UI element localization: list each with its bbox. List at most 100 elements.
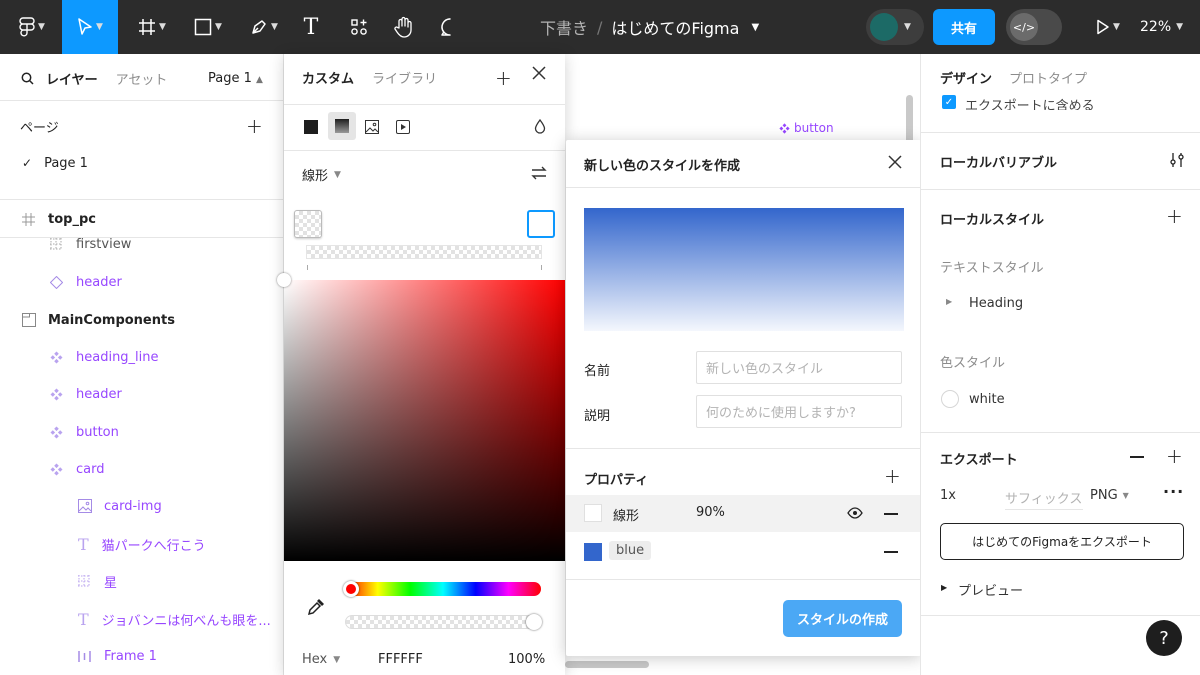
style-tag[interactable]: blue	[609, 541, 652, 560]
remove-fill-button[interactable]	[884, 551, 898, 553]
color-swatch[interactable]	[584, 543, 602, 561]
gradient-fill-button[interactable]	[328, 112, 356, 140]
layer-header-instance[interactable]: header	[0, 264, 284, 300]
avatar[interactable]	[870, 13, 898, 41]
image-fill-icon[interactable]	[365, 120, 379, 134]
main-menu-button[interactable]: ▼	[14, 0, 50, 54]
pages-header: ページ +	[0, 108, 284, 144]
tab-assets[interactable]: アセット	[116, 69, 168, 88]
present-button[interactable]: ▼	[1088, 0, 1128, 54]
gradient-swatch[interactable]	[584, 504, 602, 522]
layer-frame-1[interactable]: Frame 1	[0, 638, 284, 674]
style-name-input[interactable]: 新しい色のスタイル	[696, 351, 902, 384]
search-icon[interactable]	[21, 72, 37, 85]
local-styles-heading: ローカルスタイル	[940, 213, 1045, 228]
resources-button[interactable]	[346, 0, 372, 54]
divider	[0, 199, 284, 200]
export-format-select[interactable]: PNG ▼	[1090, 488, 1129, 503]
hand-tool-button[interactable]	[390, 0, 418, 54]
file-name[interactable]: はじめてのFigma	[611, 15, 739, 39]
fill-row-blue[interactable]: blue	[566, 533, 921, 570]
tab-custom[interactable]: カスタム	[302, 68, 354, 87]
hue-slider[interactable]	[345, 582, 541, 596]
gradient-type-select[interactable]: 線形 ▼	[302, 165, 341, 184]
drafts-link[interactable]: 下書き	[540, 15, 588, 39]
solid-fill-icon[interactable]	[304, 120, 318, 134]
hex-input[interactable]: FFFFFF	[378, 652, 423, 667]
page-item-page-1[interactable]: ✓ Page 1	[0, 145, 284, 181]
comment-tool-button[interactable]	[436, 0, 464, 54]
tab-design[interactable]: デザイン	[940, 68, 992, 87]
blend-mode-icon[interactable]	[534, 119, 546, 134]
saturation-value-area[interactable]	[284, 280, 565, 561]
layer-text-giovanni[interactable]: T ジョバンニは何べんも眼を...	[0, 601, 284, 637]
style-description-input[interactable]: 何のために使用しますか?	[696, 395, 902, 428]
add-page-button[interactable]: +	[246, 114, 263, 138]
layer-maincomponents[interactable]: MainComponents	[0, 302, 284, 338]
remove-fill-button[interactable]	[884, 513, 898, 515]
color-cursor[interactable]	[277, 273, 291, 287]
gradient-track[interactable]	[306, 245, 542, 259]
add-property-button[interactable]: +	[884, 464, 901, 488]
zoom-control[interactable]: 22% ▼	[1140, 0, 1183, 54]
vertical-scrollbar[interactable]	[906, 95, 913, 145]
horizontal-scrollbar[interactable]	[565, 661, 649, 668]
text-style-item[interactable]: ▶ Heading	[921, 288, 1200, 318]
sliders-icon[interactable]	[1169, 152, 1185, 168]
layer-star[interactable]: 星	[0, 563, 284, 599]
multiplayer-avatars[interactable]: ▼	[866, 9, 924, 45]
video-fill-icon[interactable]	[396, 120, 410, 134]
frame-tool-button[interactable]: ▼	[132, 0, 172, 54]
layer-heading-line[interactable]: heading_line	[0, 339, 284, 375]
close-dialog-button[interactable]	[888, 155, 902, 169]
tab-library[interactable]: ライブラリ	[372, 68, 437, 87]
local-variables-heading[interactable]: ローカルバリアブル	[940, 152, 1057, 171]
color-style-item[interactable]: white	[921, 385, 1200, 415]
checkbox-checked-icon[interactable]: ✓	[942, 95, 956, 109]
shape-tool-button[interactable]: ▼	[186, 0, 230, 54]
hue-handle[interactable]	[343, 581, 359, 597]
share-button[interactable]: 共有	[933, 9, 995, 45]
eyedropper-icon[interactable]	[307, 598, 325, 616]
layer-header-component[interactable]: header	[0, 376, 284, 412]
help-button[interactable]: ?	[1146, 620, 1182, 656]
layer-text-neko[interactable]: T 猫パークへ行こう	[0, 526, 284, 562]
layer-card[interactable]: card	[0, 451, 284, 487]
tab-prototype[interactable]: プロトタイプ	[1009, 68, 1087, 87]
remove-export-button[interactable]	[1130, 456, 1144, 458]
text-tool-button[interactable]: T	[298, 0, 324, 54]
close-picker-button[interactable]	[532, 66, 546, 80]
fill-opacity[interactable]: 90%	[696, 505, 725, 520]
export-scale[interactable]: 1x	[940, 488, 956, 503]
add-style-button[interactable]: +	[495, 66, 512, 90]
pen-tool-button[interactable]: ▼	[242, 0, 286, 54]
chevron-down-icon[interactable]: ▼	[751, 22, 759, 33]
opacity-input[interactable]: 100%	[508, 652, 545, 667]
add-export-button[interactable]: +	[1166, 444, 1183, 468]
layer-card-img[interactable]: card-img	[0, 488, 284, 524]
more-options-icon[interactable]: ···	[1163, 482, 1184, 501]
swap-icon[interactable]	[530, 165, 548, 181]
opacity-slider[interactable]	[345, 615, 541, 629]
include-export-row[interactable]: ✓ エクスポートに含める	[921, 88, 1200, 110]
opacity-handle[interactable]	[526, 614, 542, 630]
canvas-component-label[interactable]: button	[779, 121, 834, 135]
fill-row-gradient[interactable]: 線形 90%	[566, 495, 921, 532]
eye-icon[interactable]	[847, 507, 863, 519]
export-suffix-input[interactable]: サフィックス	[1005, 488, 1083, 510]
layer-firstview[interactable]: firstview	[0, 226, 284, 262]
layer-button[interactable]: button	[0, 414, 284, 450]
color-format-select[interactable]: Hex ▼	[302, 652, 340, 667]
chevron-down-icon: ▼	[1176, 22, 1184, 32]
gradient-stop-end[interactable]	[527, 210, 555, 238]
create-style-button[interactable]: スタイルの作成	[783, 600, 902, 637]
tab-layers[interactable]: レイヤー	[46, 69, 98, 88]
preview-toggle[interactable]: ▶ プレビュー	[921, 574, 1200, 604]
dev-mode-toggle[interactable]: </>	[1006, 9, 1062, 45]
chevron-down-icon: ▼	[159, 22, 166, 32]
export-button[interactable]: はじめてのFigmaをエクスポート	[940, 523, 1184, 560]
move-tool-button[interactable]: ▼	[62, 0, 118, 54]
page-selector[interactable]: Page 1 ▲	[208, 71, 263, 86]
gradient-stop-start[interactable]	[294, 210, 322, 238]
add-style-button[interactable]: +	[1166, 204, 1183, 228]
